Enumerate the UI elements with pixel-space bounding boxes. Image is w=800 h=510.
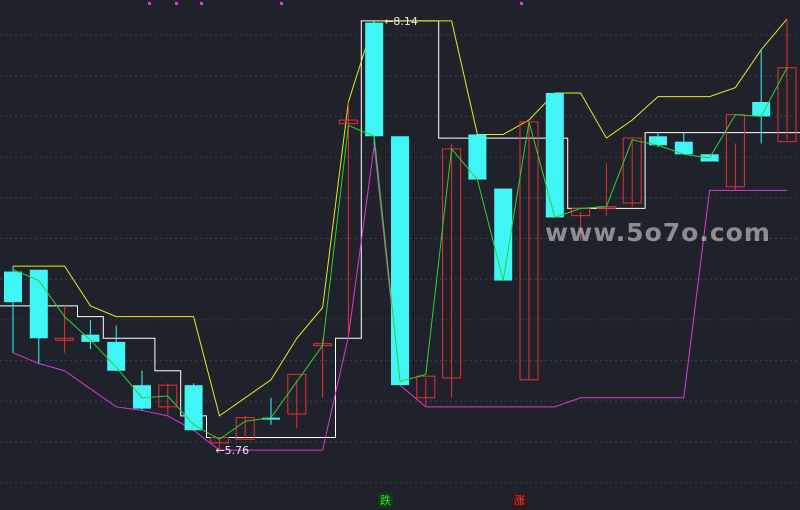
high-price-label: ←8.14	[384, 14, 418, 28]
candle-body-down	[184, 385, 203, 431]
down-marker: 跌	[378, 493, 393, 508]
candle-body-down	[365, 22, 384, 137]
low-price-label: ←5.76	[215, 444, 250, 458]
candlestick-chart	[0, 2, 800, 484]
watermark: www.5o7o.com	[545, 218, 771, 247]
candle-body-down	[545, 92, 564, 218]
up-marker: 涨	[512, 493, 527, 508]
candle-body-down	[494, 188, 513, 281]
top-marker	[175, 2, 178, 5]
top-marker	[520, 2, 523, 5]
candle-body-down	[4, 271, 22, 303]
top-marker	[148, 2, 151, 5]
left-arrow-icon: ←	[215, 444, 225, 458]
top-marker	[280, 2, 283, 5]
top-marker	[200, 2, 203, 5]
candle-body-down	[391, 136, 409, 386]
